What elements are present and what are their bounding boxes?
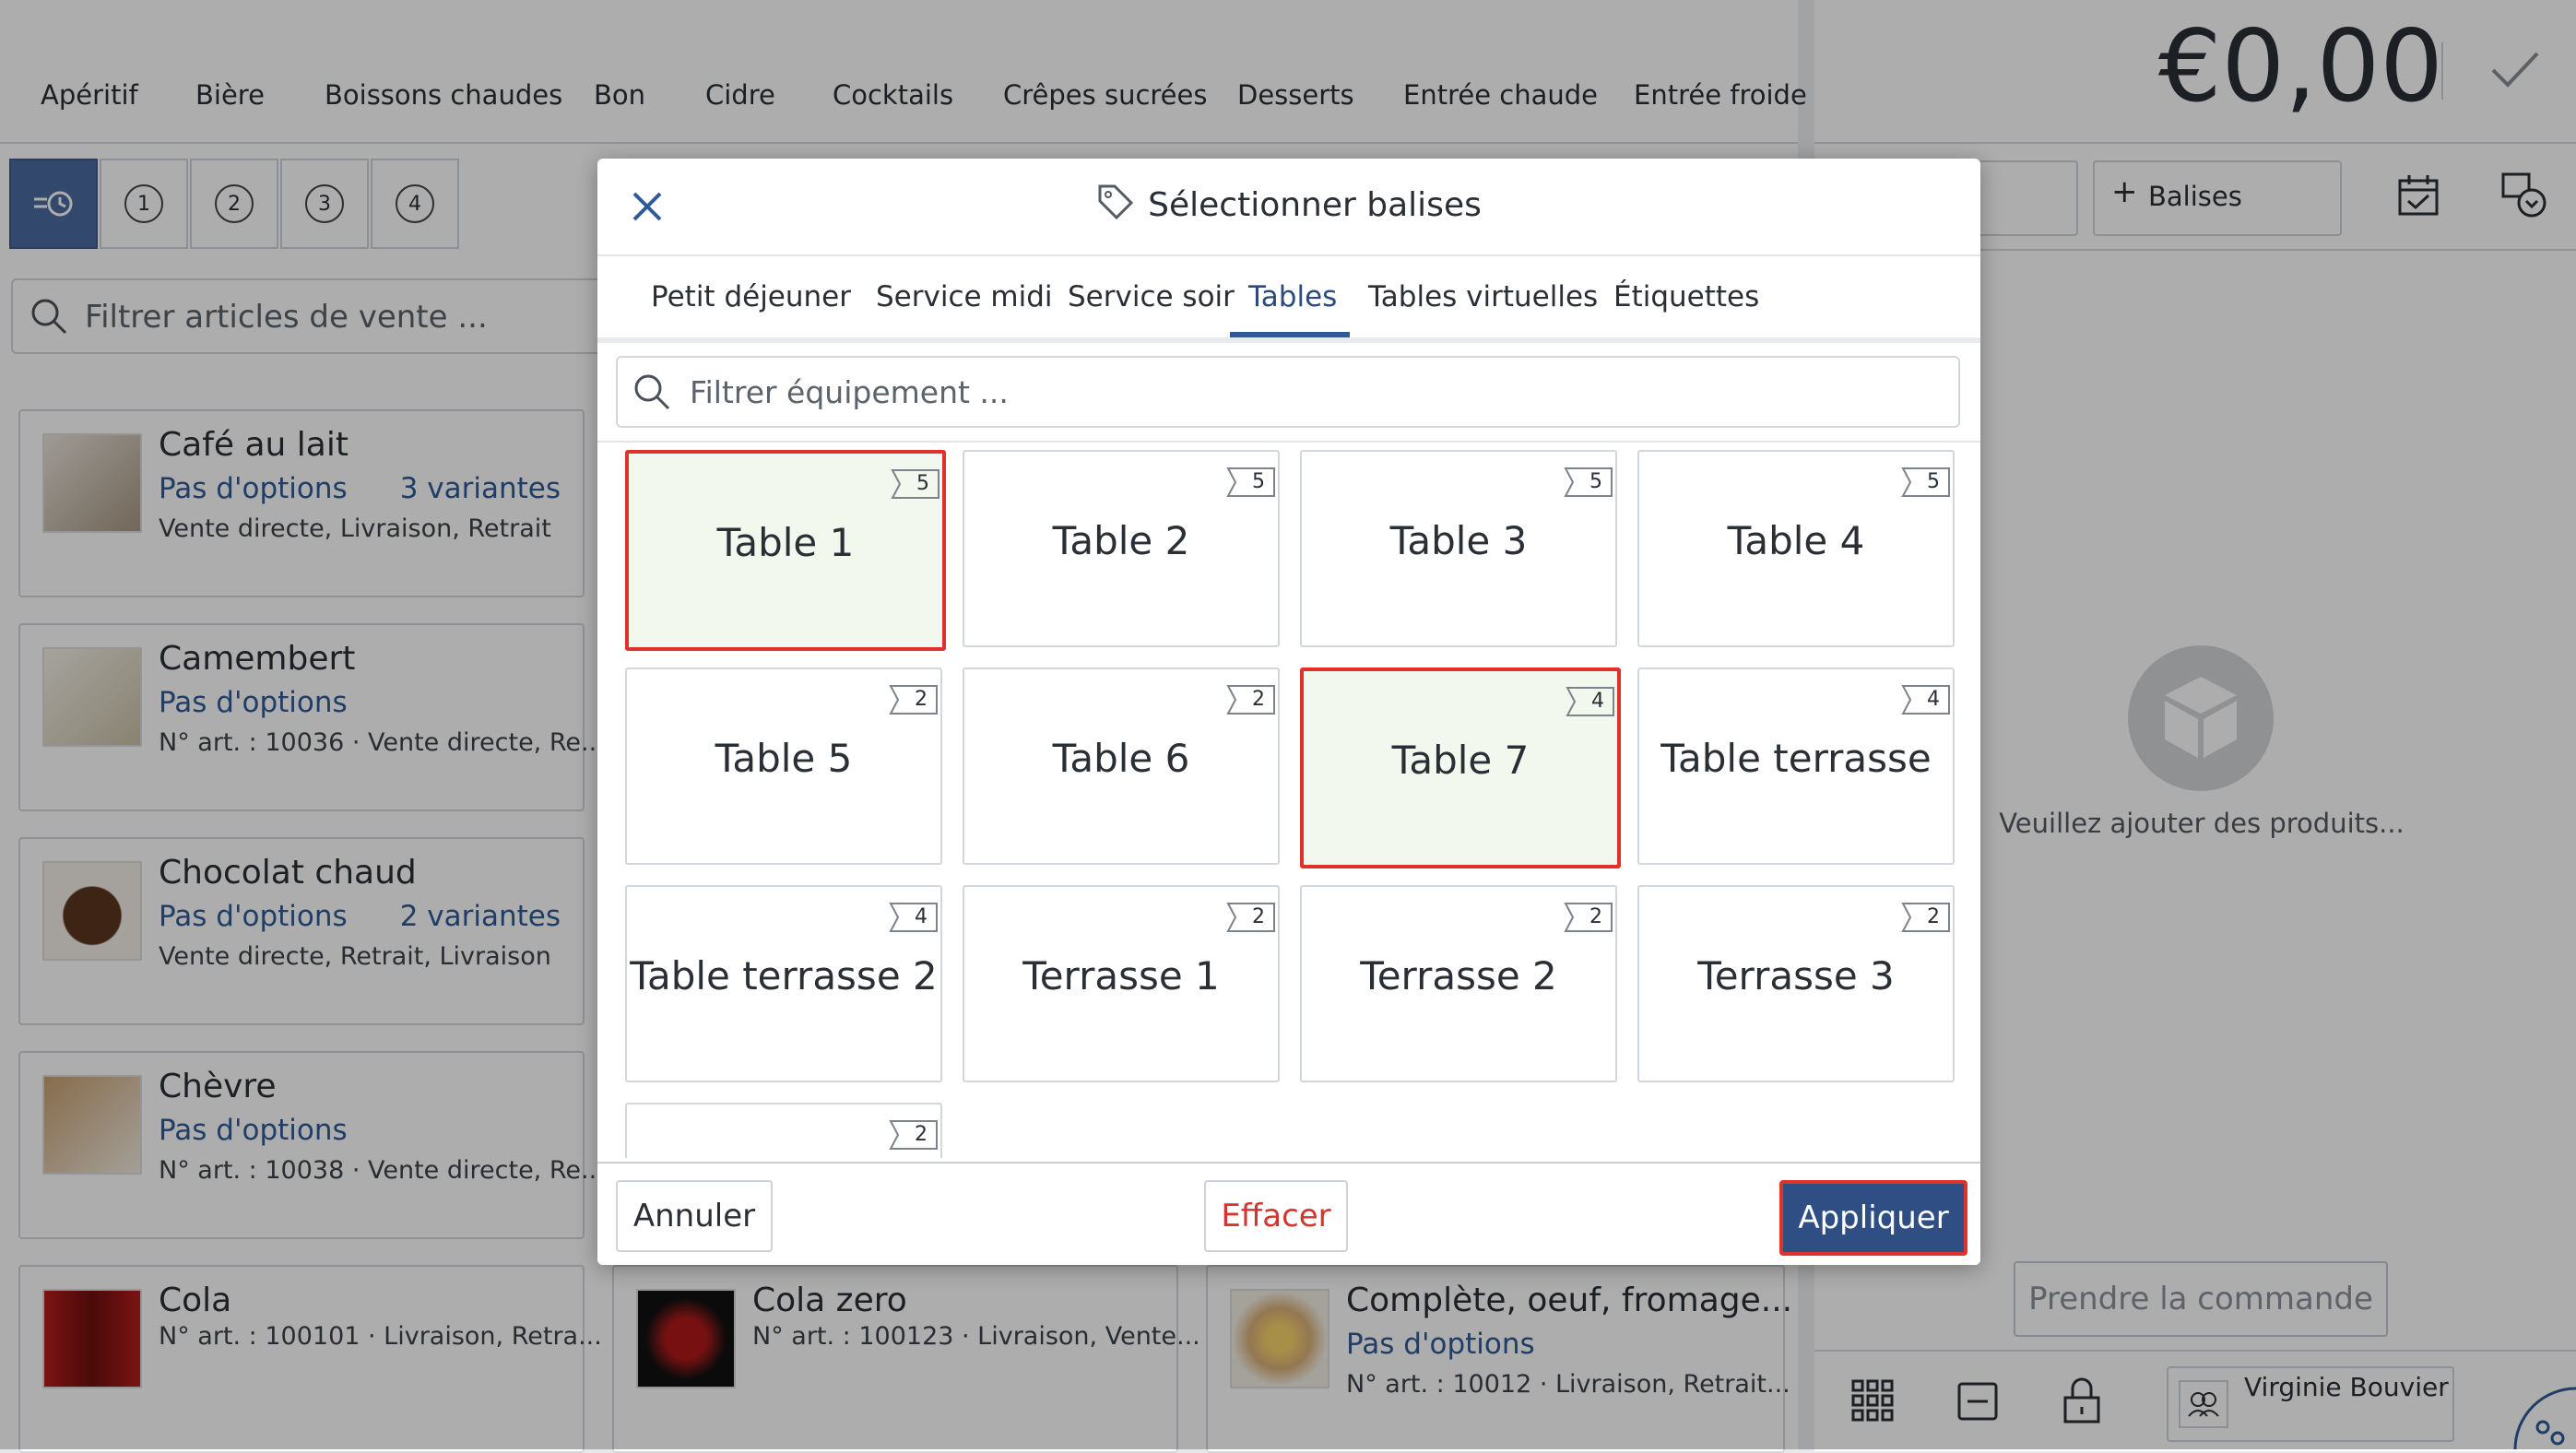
table-tile[interactable]: 4 Table terrasse 2 — [625, 885, 942, 1082]
tab-tables[interactable]: Tables — [1248, 280, 1337, 313]
seat-count: 4 — [1591, 690, 1604, 713]
table-name: Table terrasse 2 — [630, 953, 938, 998]
table-tile[interactable]: 5 Table 3 — [1300, 450, 1617, 647]
seat-count: 2 — [915, 1123, 928, 1146]
seat-count: 2 — [1252, 688, 1265, 711]
seat-count: 5 — [916, 472, 929, 495]
table-tile[interactable]: 4 Table 7 — [1300, 667, 1621, 868]
dialog-title: Sélectionner balises — [1148, 186, 1482, 224]
dialog-footer: Annuler Effacer Appliquer — [597, 1162, 1980, 1265]
seat-count: 4 — [1927, 688, 1940, 711]
table-name: Table 2 — [1052, 518, 1190, 563]
table-name: Table 1 — [716, 520, 855, 565]
table-tile[interactable]: 4 Table terrasse — [1637, 667, 1955, 865]
equipment-filter-placeholder: Filtrer équipement ... — [690, 374, 1009, 410]
seat-count-badge: 5 — [1901, 467, 1953, 498]
seat-count-badge: 4 — [1901, 684, 1953, 715]
clear-button[interactable]: Effacer — [1204, 1180, 1348, 1252]
table-name: Table 6 — [1052, 736, 1190, 781]
table-tile[interactable]: 2 Terrasse 3 — [1637, 885, 1955, 1082]
tag-icon — [1098, 184, 1134, 220]
seat-count: 5 — [1589, 470, 1602, 493]
seat-count: 2 — [1589, 905, 1602, 928]
seat-count: 4 — [915, 905, 928, 928]
table-tile[interactable]: 2 — [625, 1103, 942, 1158]
equipment-filter-row: Filtrer équipement ... — [597, 343, 1980, 443]
table-tile[interactable]: 2 Table 6 — [963, 667, 1280, 865]
seat-count-badge: 2 — [889, 1119, 940, 1151]
select-tags-dialog: Sélectionner balises Petit déjeuner Serv… — [597, 159, 1980, 1265]
tag-group-tabs: Petit déjeuner Service midi Service soir… — [597, 256, 1980, 343]
tab-tables-virtuelles[interactable]: Tables virtuelles — [1368, 280, 1598, 313]
seat-count-badge: 4 — [1566, 686, 1617, 717]
active-tab-indicator — [1230, 332, 1350, 337]
seat-count-badge: 5 — [1226, 467, 1278, 498]
seat-count-badge: 5 — [1564, 467, 1615, 498]
table-name: Table 3 — [1389, 518, 1528, 563]
seat-count-badge: 2 — [1226, 902, 1278, 933]
dialog-header: Sélectionner balises — [597, 159, 1980, 256]
tables-grid: 5 Table 1 5 Table 2 5 Table 3 5 Table 4 2 Table 5… — [597, 443, 1980, 1158]
cancel-button[interactable]: Annuler — [616, 1180, 773, 1252]
seat-count-badge: 4 — [889, 902, 940, 933]
tab-service-soir[interactable]: Service soir — [1068, 280, 1235, 313]
tab-petit-dejeuner[interactable]: Petit déjeuner — [651, 280, 851, 313]
seat-count: 5 — [1252, 470, 1265, 493]
apply-button[interactable]: Appliquer — [1779, 1180, 1967, 1256]
seat-count: 2 — [915, 688, 928, 711]
seat-count: 5 — [1927, 470, 1940, 493]
table-name: Table 5 — [715, 736, 853, 781]
table-name: Terrasse 1 — [1022, 953, 1220, 998]
seat-count-badge: 2 — [1564, 902, 1615, 933]
table-tile[interactable]: 5 Table 4 — [1637, 450, 1955, 647]
dialog-title-row: Sélectionner balises — [597, 183, 1980, 224]
table-name: Table 7 — [1391, 738, 1530, 783]
seat-count-badge: 2 — [889, 684, 940, 715]
table-name: Terrasse 3 — [1697, 953, 1895, 998]
seat-count: 2 — [1927, 905, 1940, 928]
table-tile[interactable]: 2 Terrasse 1 — [963, 885, 1280, 1082]
search-icon — [634, 374, 670, 410]
table-tile[interactable]: 2 Terrasse 2 — [1300, 885, 1617, 1082]
seat-count: 2 — [1252, 905, 1265, 928]
table-tile[interactable]: 5 Table 1 — [625, 450, 946, 651]
table-name: Table terrasse — [1660, 736, 1932, 781]
table-name: Terrasse 2 — [1360, 953, 1557, 998]
tab-service-midi[interactable]: Service midi — [876, 280, 1053, 313]
table-name: Table 4 — [1727, 518, 1865, 563]
table-tile[interactable]: 5 Table 2 — [963, 450, 1280, 647]
table-tile[interactable]: 2 Table 5 — [625, 667, 942, 865]
seat-count-badge: 5 — [891, 468, 942, 500]
equipment-filter-input[interactable]: Filtrer équipement ... — [616, 356, 1960, 428]
tab-etiquettes[interactable]: Étiquettes — [1613, 280, 1759, 313]
seat-count-badge: 2 — [1226, 684, 1278, 715]
seat-count-badge: 2 — [1901, 902, 1953, 933]
